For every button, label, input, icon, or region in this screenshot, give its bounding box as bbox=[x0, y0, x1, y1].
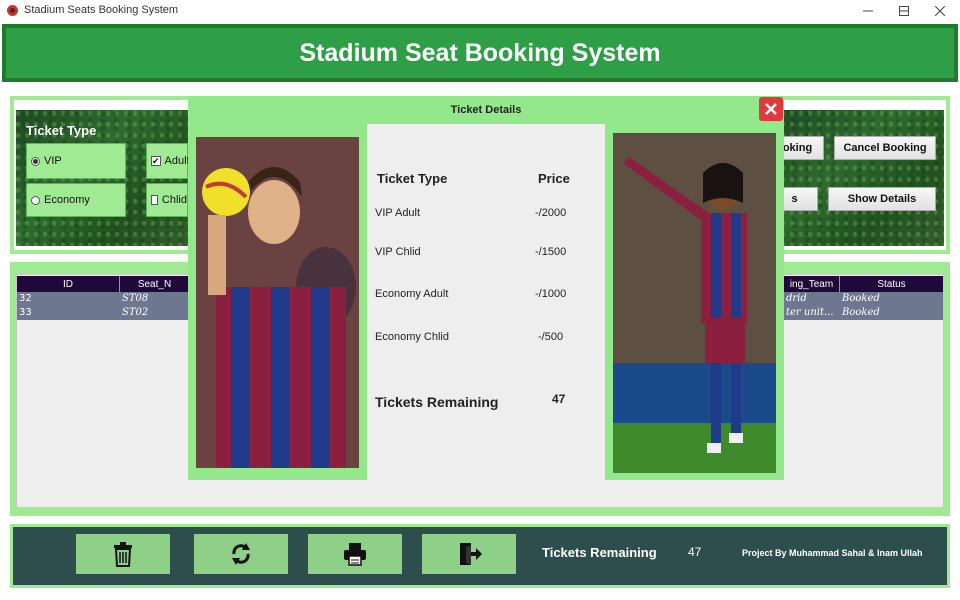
ticket-type-title: Ticket Type bbox=[26, 123, 97, 138]
cancel-booking-label: Cancel Booking bbox=[843, 142, 927, 154]
exit-icon bbox=[460, 543, 482, 565]
radio-unselected-icon bbox=[31, 195, 40, 205]
cancel-booking-button[interactable]: Cancel Booking bbox=[834, 136, 936, 160]
col-header-id[interactable]: ID bbox=[17, 276, 120, 292]
close-icon bbox=[765, 103, 777, 115]
price-row-type: VIP Adult bbox=[375, 207, 421, 219]
cell-id: 33 bbox=[19, 307, 32, 318]
cell-status: Booked bbox=[842, 293, 880, 304]
price-row-value: -/1500 bbox=[535, 246, 567, 258]
adult-checkbox[interactable]: ✔ Adult bbox=[146, 143, 190, 179]
cell-seat: ST08 bbox=[122, 293, 149, 304]
checkbox-unchecked-icon bbox=[151, 195, 158, 205]
booking-button-label: oking bbox=[782, 142, 813, 154]
col-header-seat[interactable]: Seat_N bbox=[120, 276, 190, 292]
hidden-action-label: s bbox=[791, 193, 798, 205]
printer-icon bbox=[344, 543, 366, 566]
child-label: Chlid bbox=[161, 194, 187, 206]
maximize-icon bbox=[899, 6, 909, 16]
delete-button[interactable] bbox=[76, 534, 170, 574]
window-title: Stadium Seats Booking System bbox=[24, 4, 179, 16]
price-row-value: -/2000 bbox=[535, 207, 567, 219]
close-window-button[interactable] bbox=[922, 0, 958, 22]
cell-id: 32 bbox=[19, 293, 32, 304]
price-row-value: -/500 bbox=[538, 331, 564, 343]
credits-text: Project By Muhammad Sahal & Inam Ullah bbox=[742, 548, 923, 558]
dialog-remaining-label: Tickets Remaining bbox=[375, 394, 499, 410]
vip-label: VIP bbox=[44, 155, 62, 167]
tickets-remaining-value: 47 bbox=[688, 545, 702, 559]
price-row-value: -/1000 bbox=[535, 288, 567, 300]
tickets-remaining-label: Tickets Remaining bbox=[542, 545, 657, 560]
col-header-team[interactable]: ing_Team bbox=[784, 276, 840, 292]
maximize-button[interactable] bbox=[886, 0, 922, 22]
child-checkbox[interactable]: Chlid bbox=[146, 183, 188, 217]
show-details-label: Show Details bbox=[847, 193, 917, 205]
adult-label: Adult bbox=[164, 155, 190, 167]
close-icon bbox=[935, 6, 945, 16]
header-title: Stadium Seat Booking System bbox=[299, 38, 661, 67]
price-row-type: Economy Adult bbox=[375, 288, 449, 300]
refresh-icon bbox=[232, 543, 250, 565]
vip-radio[interactable]: VIP bbox=[26, 143, 126, 179]
dialog-remaining-value: 47 bbox=[552, 392, 566, 406]
radio-selected-icon bbox=[31, 156, 40, 166]
price-row-type: VIP Chlid bbox=[375, 246, 421, 258]
ticket-type-header: Ticket Type bbox=[377, 171, 448, 186]
refresh-button[interactable] bbox=[194, 534, 288, 574]
minimize-button-real[interactable] bbox=[850, 0, 886, 22]
player-photo-right bbox=[613, 133, 776, 473]
show-details-button[interactable]: Show Details bbox=[828, 187, 936, 211]
print-button[interactable] bbox=[308, 534, 402, 574]
col-header-status[interactable]: Status bbox=[840, 276, 943, 292]
dialog-title: Ticket Details bbox=[450, 104, 522, 116]
app-header: Stadium Seat Booking System bbox=[2, 24, 958, 82]
cell-team: ter unit... bbox=[786, 307, 834, 318]
cell-seat: ST02 bbox=[122, 307, 149, 318]
economy-label: Economy bbox=[44, 194, 90, 206]
minimize-icon bbox=[863, 10, 873, 12]
cell-team: drid bbox=[786, 293, 807, 304]
dialog-close-button[interactable] bbox=[759, 97, 783, 121]
actions-group bbox=[772, 110, 944, 246]
window-title-bar: Stadium Seats Booking System bbox=[0, 0, 960, 22]
exit-button[interactable] bbox=[422, 534, 516, 574]
cell-status: Booked bbox=[842, 307, 880, 318]
checkbox-checked-icon: ✔ bbox=[151, 155, 161, 166]
price-header: Price bbox=[538, 171, 570, 186]
ticket-price-table: Ticket Type Price VIP Adult -/2000 VIP C… bbox=[367, 124, 605, 480]
app-logo-icon bbox=[7, 5, 18, 16]
price-row-type: Economy Chlid bbox=[375, 331, 449, 343]
trash-icon bbox=[114, 542, 132, 567]
player-photo-left bbox=[196, 137, 359, 468]
economy-radio[interactable]: Economy bbox=[26, 183, 126, 217]
